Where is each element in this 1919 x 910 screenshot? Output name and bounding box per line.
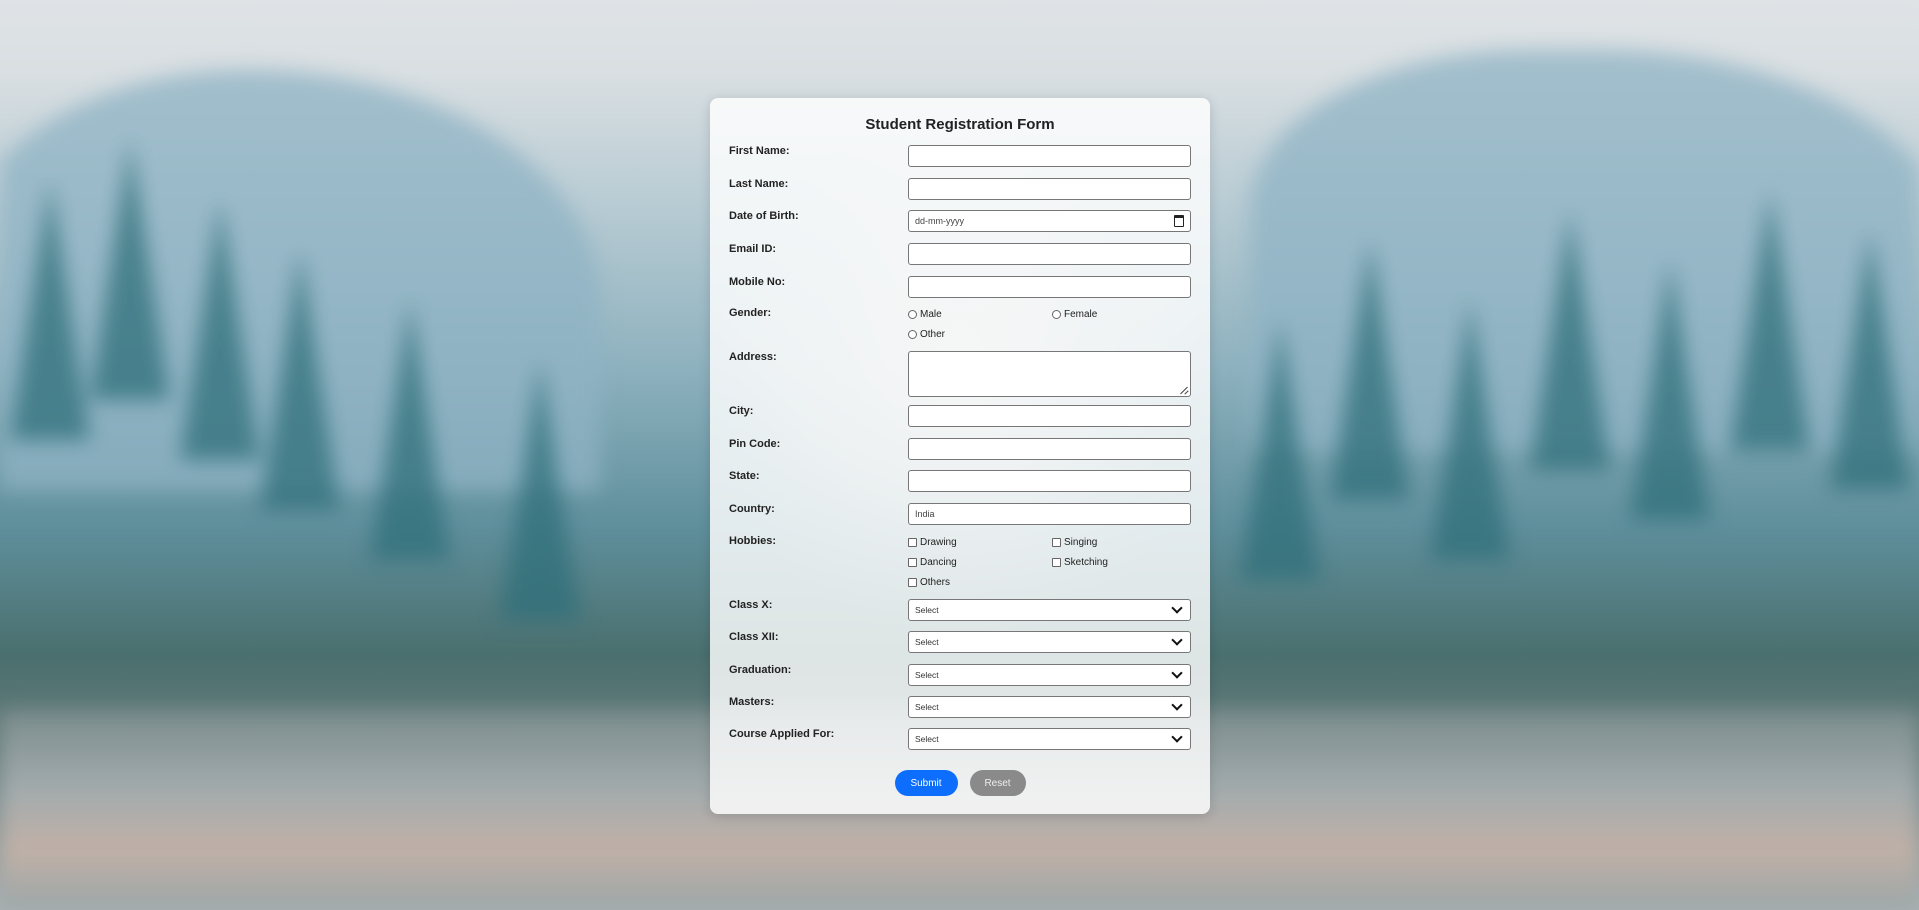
hobby-others-label: Others: [920, 576, 951, 588]
chevron-down-icon: [1171, 602, 1183, 614]
radio-icon[interactable]: [908, 329, 917, 339]
course-selected: Select: [915, 734, 939, 744]
chevron-down-icon: [1171, 731, 1183, 743]
row-pin: Pin Code:: [729, 438, 1191, 470]
row-course: Course Applied For: Select: [729, 728, 1191, 760]
hobby-sketching-label: Sketching: [1064, 556, 1108, 568]
pin-code-label: Pin Code:: [729, 438, 781, 450]
row-email: Email ID:: [729, 243, 1191, 276]
address-textarea[interactable]: [908, 351, 1191, 397]
gender-male-label: Male: [920, 308, 942, 320]
country-label: Country:: [729, 503, 775, 515]
registration-form-card: Student Registration Form First Name: La…: [710, 98, 1210, 814]
hobby-singing-label: Singing: [1064, 536, 1098, 548]
chevron-down-icon: [1171, 667, 1183, 679]
button-bar: Submit Reset: [710, 770, 1210, 796]
class-x-selected: Select: [915, 605, 939, 615]
chevron-down-icon: [1171, 634, 1183, 646]
city-input[interactable]: [908, 405, 1191, 427]
radio-icon[interactable]: [1052, 309, 1061, 319]
gender-option-female[interactable]: Female: [1052, 307, 1191, 321]
row-hobbies: Hobbies: Drawing Singing Dancing Sketchi…: [729, 535, 1191, 599]
row-masters: Masters: Select: [729, 696, 1191, 728]
gender-option-male[interactable]: Male: [908, 307, 1052, 321]
address-label: Address:: [729, 351, 777, 363]
checkbox-icon[interactable]: [908, 537, 917, 547]
first-name-label: First Name:: [729, 145, 790, 157]
hobby-singing[interactable]: Singing: [1052, 535, 1191, 549]
city-label: City:: [729, 405, 754, 417]
calendar-icon[interactable]: [1174, 215, 1184, 227]
radio-icon[interactable]: [908, 309, 917, 319]
row-state: State:: [729, 470, 1191, 503]
graduation-select[interactable]: Select: [908, 664, 1191, 686]
row-first-name: First Name:: [729, 145, 1191, 178]
masters-selected: Select: [915, 702, 939, 712]
dob-input[interactable]: dd-mm-yyyy: [908, 210, 1191, 232]
course-select[interactable]: Select: [908, 728, 1191, 750]
resize-handle-icon[interactable]: [1180, 386, 1188, 394]
gender-option-other[interactable]: Other: [908, 327, 1052, 341]
gender-other-label: Other: [920, 328, 946, 340]
hobby-dancing[interactable]: Dancing: [908, 555, 1052, 569]
dob-placeholder: dd-mm-yyyy: [915, 216, 964, 226]
masters-label: Masters:: [729, 696, 775, 708]
hobby-drawing-label: Drawing: [920, 536, 957, 548]
chevron-down-icon: [1171, 699, 1183, 711]
state-input[interactable]: [908, 470, 1191, 492]
row-class-x: Class X: Select: [729, 599, 1191, 631]
submit-button[interactable]: Submit: [894, 770, 958, 796]
row-address: Address:: [729, 351, 1191, 405]
pin-code-input[interactable]: [908, 438, 1191, 460]
class-x-label: Class X:: [729, 599, 773, 611]
gender-label: Gender:: [729, 307, 772, 319]
mobile-input[interactable]: [908, 276, 1191, 298]
class-xii-label: Class XII:: [729, 631, 779, 643]
checkbox-icon[interactable]: [908, 557, 917, 567]
hobby-dancing-label: Dancing: [920, 556, 957, 568]
email-input[interactable]: [908, 243, 1191, 265]
masters-select[interactable]: Select: [908, 696, 1191, 718]
last-name-input[interactable]: [908, 178, 1191, 200]
hobby-others[interactable]: Others: [908, 575, 1052, 589]
graduation-label: Graduation:: [729, 664, 792, 676]
row-class-xii: Class XII: Select: [729, 631, 1191, 664]
state-label: State:: [729, 470, 760, 482]
country-input[interactable]: India: [908, 503, 1191, 525]
email-label: Email ID:: [729, 243, 777, 255]
class-x-select[interactable]: Select: [908, 599, 1191, 621]
class-xii-selected: Select: [915, 637, 939, 647]
dob-label: Date of Birth:: [729, 210, 799, 222]
hobby-sketching[interactable]: Sketching: [1052, 555, 1191, 569]
checkbox-icon[interactable]: [1052, 557, 1061, 567]
row-last-name: Last Name:: [729, 178, 1191, 210]
row-country: Country: India: [729, 503, 1191, 535]
first-name-input[interactable]: [908, 145, 1191, 167]
mobile-label: Mobile No:: [729, 276, 786, 288]
reset-button[interactable]: Reset: [969, 770, 1026, 796]
class-xii-select[interactable]: Select: [908, 631, 1191, 653]
hobbies-label: Hobbies:: [729, 535, 777, 547]
row-dob: Date of Birth: dd-mm-yyyy: [729, 210, 1191, 243]
graduation-selected: Select: [915, 670, 939, 680]
hobby-drawing[interactable]: Drawing: [908, 535, 1052, 549]
course-label: Course Applied For:: [729, 728, 835, 740]
row-gender: Gender: Male Female Other: [729, 307, 1191, 351]
gender-female-label: Female: [1064, 308, 1098, 320]
form-title: Student Registration Form: [865, 116, 1055, 133]
row-graduation: Graduation: Select: [729, 664, 1191, 696]
checkbox-icon[interactable]: [908, 577, 917, 587]
last-name-label: Last Name:: [729, 178, 789, 190]
row-mobile: Mobile No:: [729, 276, 1191, 307]
checkbox-icon[interactable]: [1052, 537, 1061, 547]
row-city: City:: [729, 405, 1191, 438]
